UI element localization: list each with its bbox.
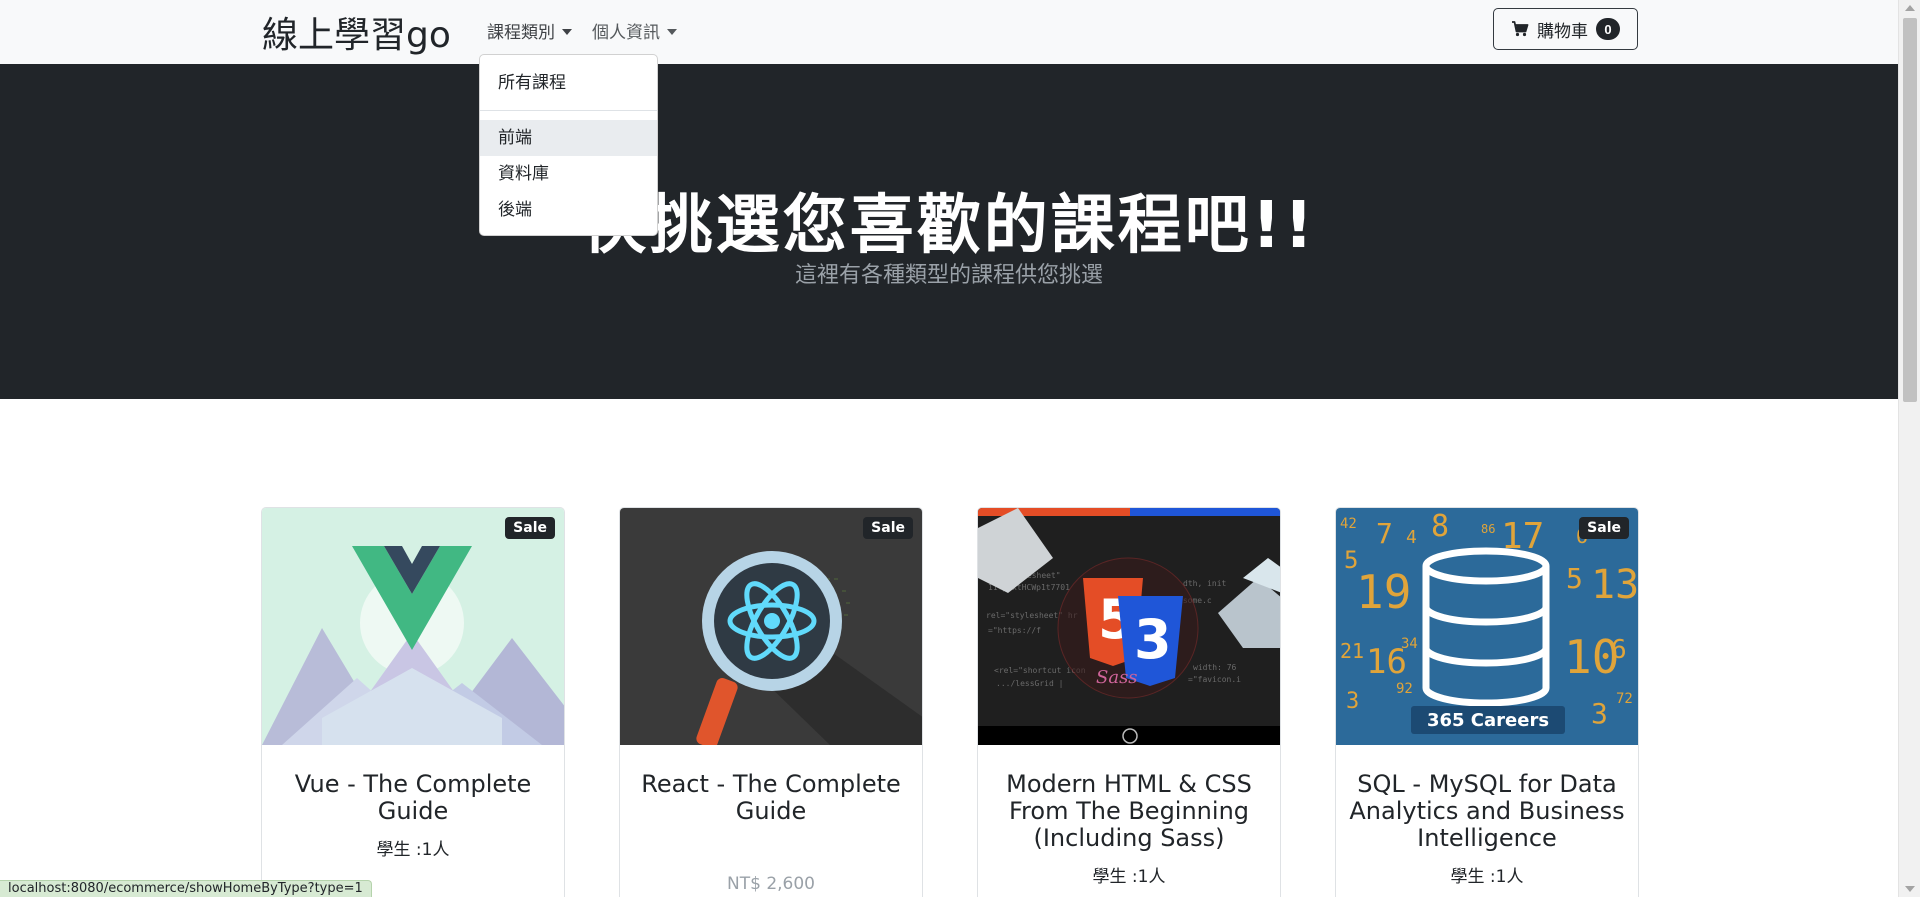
svg-text:92: 92 bbox=[1396, 681, 1413, 697]
hero-banner: 快挑選您喜歡的課程吧!! 這裡有各種類型的課程供您挑選 bbox=[0, 64, 1898, 399]
scroll-up-arrow-icon[interactable] bbox=[1905, 5, 1915, 11]
svg-text:365 Careers: 365 Careers bbox=[1427, 710, 1549, 731]
course-title[interactable]: SQL - MySQL for Data Analytics and Busin… bbox=[1336, 745, 1638, 852]
vue-logo-icon bbox=[262, 508, 564, 745]
course-title[interactable]: Modern HTML & CSS From The Beginning (In… bbox=[978, 745, 1280, 852]
sale-badge: Sale bbox=[505, 517, 555, 539]
course-title[interactable]: React - The Complete Guide bbox=[620, 745, 922, 825]
course-students: 學生 :1人 bbox=[1450, 867, 1524, 887]
hero-subtitle: 這裡有各種類型的課程供您挑選 bbox=[794, 263, 1103, 288]
svg-text:21: 21 bbox=[1340, 639, 1364, 663]
database-icon: 42 7 4 8 86 17 6 5 5 19 5 13 21 16 34 10… bbox=[1336, 508, 1638, 745]
nav-personal-info[interactable]: 個人資訊 bbox=[592, 18, 677, 43]
course-category-dropdown: 所有課程 前端 資料庫 後端 bbox=[479, 54, 658, 236]
svg-text:42: 42 bbox=[1340, 516, 1357, 532]
cart-label: 購物車 bbox=[1537, 21, 1588, 41]
course-card[interactable]: ="stylesheet" 11+pbxtHCWp1t7701 rel="sty… bbox=[977, 507, 1281, 897]
caret-down-icon bbox=[562, 28, 572, 35]
svg-text:8: 8 bbox=[1431, 509, 1449, 544]
svg-text:5: 5 bbox=[1566, 562, 1583, 595]
course-thumbnail-vue[interactable]: Sale bbox=[262, 508, 564, 745]
nav-course-categories-label: 課程類別 bbox=[487, 23, 555, 43]
svg-text:width: 76: width: 76 bbox=[1193, 663, 1237, 672]
course-thumbnail-sql[interactable]: 42 7 4 8 86 17 6 5 5 19 5 13 21 16 34 10… bbox=[1336, 508, 1638, 745]
course-price: NT$ 2,600 bbox=[727, 874, 815, 894]
svg-text:.../lessGrid |: .../lessGrid | bbox=[996, 679, 1063, 688]
course-card[interactable]: Sale Vue - The Complete Guide 學生 :1人 bbox=[261, 507, 565, 897]
page-scrollbar[interactable] bbox=[1898, 0, 1920, 897]
brand-logo[interactable]: 線上學習go bbox=[262, 6, 451, 58]
cart-icon bbox=[1512, 21, 1529, 37]
svg-text:86: 86 bbox=[1481, 522, 1495, 536]
react-logo-icon bbox=[620, 508, 922, 745]
cart-count-badge: 0 bbox=[1596, 18, 1620, 40]
course-card[interactable]: 42 7 4 8 86 17 6 5 5 19 5 13 21 16 34 10… bbox=[1335, 507, 1639, 897]
course-students bbox=[620, 835, 922, 862]
svg-text:="favicon.i: ="favicon.i bbox=[1188, 675, 1241, 684]
hero-title: 快挑選您喜歡的課程吧!! bbox=[581, 189, 1317, 263]
svg-text:4: 4 bbox=[1406, 527, 1417, 548]
svg-text:3: 3 bbox=[1134, 608, 1172, 671]
svg-text:6: 6 bbox=[1611, 635, 1627, 665]
svg-text:3: 3 bbox=[1591, 697, 1608, 730]
dropdown-item-all-courses[interactable]: 所有課程 bbox=[480, 65, 657, 101]
sale-badge: Sale bbox=[863, 517, 913, 539]
html-css-logo-icon: ="stylesheet" 11+pbxtHCWp1t7701 rel="sty… bbox=[978, 508, 1280, 745]
dropdown-item-database[interactable]: 資料庫 bbox=[480, 156, 657, 192]
svg-text:Sass: Sass bbox=[1096, 667, 1138, 688]
svg-text:="https://f: ="https://f bbox=[988, 626, 1041, 635]
dropdown-item-frontend[interactable]: 前端 bbox=[480, 120, 657, 156]
svg-text:72: 72 bbox=[1616, 691, 1633, 707]
navbar: 線上學習go 課程類別 個人資訊 購物車 0 bbox=[0, 0, 1898, 64]
sale-badge: Sale bbox=[1579, 517, 1629, 539]
caret-down-icon bbox=[667, 28, 677, 35]
svg-text:13: 13 bbox=[1591, 562, 1638, 608]
cart-button[interactable]: 購物車 0 bbox=[1493, 8, 1638, 50]
course-thumbnail-html-css[interactable]: ="stylesheet" 11+pbxtHCWp1t7701 rel="sty… bbox=[978, 508, 1280, 745]
svg-text:3: 3 bbox=[1346, 689, 1359, 714]
svg-text:34: 34 bbox=[1401, 636, 1418, 652]
course-card[interactable]: Sale React - The Complete Guide NT$ 2,60… bbox=[619, 507, 923, 897]
svg-text:dth, init: dth, init bbox=[1183, 579, 1227, 588]
svg-text:7: 7 bbox=[1376, 517, 1393, 550]
course-students: 學生 :1人 bbox=[1092, 867, 1166, 887]
course-title[interactable]: Vue - The Complete Guide bbox=[262, 745, 564, 825]
link-status-bar: localhost:8080/ecommerce/showHomeByType?… bbox=[0, 880, 372, 897]
scroll-down-arrow-icon[interactable] bbox=[1905, 886, 1915, 892]
dropdown-divider bbox=[480, 110, 657, 111]
svg-text:19: 19 bbox=[1356, 565, 1411, 619]
dropdown-item-backend[interactable]: 後端 bbox=[480, 192, 657, 228]
course-students: 學生 :1人 bbox=[376, 840, 450, 860]
scrollbar-thumb[interactable] bbox=[1903, 18, 1917, 402]
nav-personal-info-label: 個人資訊 bbox=[592, 23, 660, 43]
course-thumbnail-react[interactable]: Sale bbox=[620, 508, 922, 745]
nav-course-categories[interactable]: 課程類別 bbox=[487, 18, 572, 43]
